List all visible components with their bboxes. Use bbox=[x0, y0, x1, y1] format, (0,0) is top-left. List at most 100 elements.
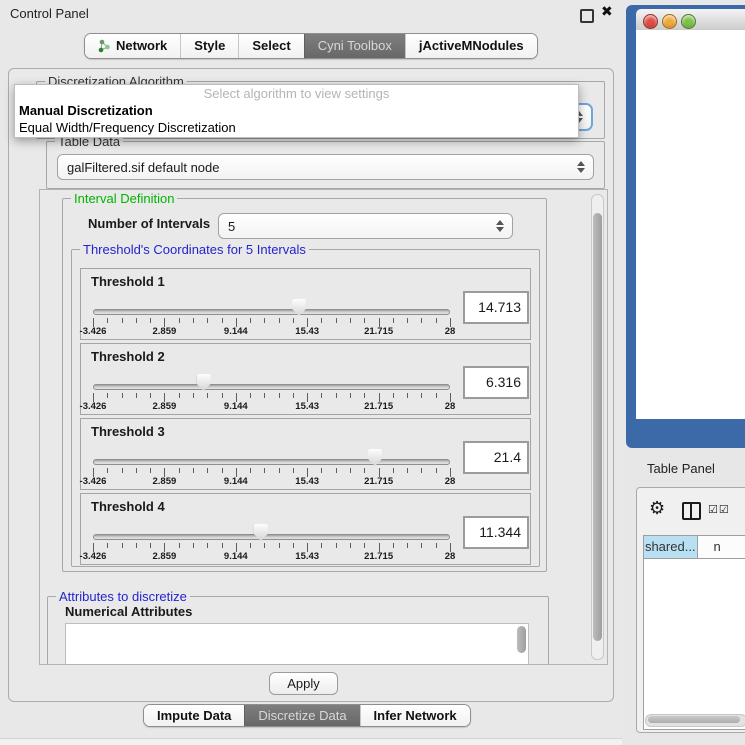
float-window-icon[interactable] bbox=[580, 9, 594, 23]
table-horizontal-scrollbar[interactable] bbox=[645, 714, 745, 727]
tab-impute-data[interactable]: Impute Data bbox=[144, 705, 244, 726]
tick-mark bbox=[222, 318, 223, 323]
table-data-combo-value: galFiltered.sif default node bbox=[67, 160, 219, 175]
threshold-panel: Threshold 1-3.4262.8599.14415.4321.71528… bbox=[80, 268, 531, 340]
tab-cyni-toolbox[interactable]: Cyni Toolbox bbox=[304, 34, 405, 58]
tab-discretize-data[interactable]: Discretize Data bbox=[244, 705, 359, 726]
slider-track[interactable] bbox=[93, 459, 450, 465]
slider-track[interactable] bbox=[93, 384, 450, 390]
threshold-value-input[interactable]: 14.713 bbox=[463, 291, 529, 324]
tick-mark bbox=[193, 543, 194, 548]
interval-definition-group: Interval Definition Number of Intervals … bbox=[62, 198, 547, 572]
tab-jactivemnodules[interactable]: jActiveMNodules bbox=[405, 34, 537, 58]
tick-mark bbox=[293, 468, 294, 473]
tick-label: -3.426 bbox=[80, 551, 107, 562]
threshold-value-input[interactable]: 21.4 bbox=[463, 441, 529, 474]
network-canvas[interactable] bbox=[636, 30, 745, 419]
tick-mark bbox=[336, 468, 337, 473]
settings-panel-scrollbar[interactable] bbox=[591, 194, 604, 660]
threshold-value-input[interactable]: 11.344 bbox=[463, 516, 529, 549]
slider-tick-labels: -3.4262.8599.14415.4321.71528 bbox=[93, 551, 450, 562]
tick-mark bbox=[436, 468, 437, 473]
interval-definition-group-title: Interval Definition bbox=[71, 191, 177, 206]
tick-mark bbox=[193, 468, 194, 473]
slider: -3.4262.8599.14415.4321.71528 bbox=[93, 494, 450, 564]
tick-mark bbox=[193, 393, 194, 398]
close-icon[interactable]: ✖ bbox=[601, 3, 613, 20]
tab-infer-network[interactable]: Infer Network bbox=[360, 705, 470, 726]
split-view-icon[interactable] bbox=[682, 502, 701, 520]
slider: -3.4262.8599.14415.4321.71528 bbox=[93, 344, 450, 414]
cyni-mode-tab-bar: Impute Data Discretize DataInfer Network bbox=[143, 704, 471, 727]
tick-mark bbox=[407, 318, 408, 323]
tick-label: 9.144 bbox=[224, 476, 248, 487]
slider-track[interactable] bbox=[93, 534, 450, 540]
tick-mark bbox=[179, 468, 180, 473]
algorithm-option-equal-width[interactable]: Equal Width/Frequency Discretization bbox=[15, 119, 578, 136]
window-close-button[interactable] bbox=[643, 14, 658, 29]
algorithm-dropdown-popup: Select algorithm to view settings Manual… bbox=[14, 84, 579, 138]
thresholds-group: Threshold's Coordinates for 5 Intervals … bbox=[71, 249, 540, 567]
attributes-list-scrollbar[interactable] bbox=[516, 625, 527, 665]
tick-mark bbox=[250, 318, 251, 323]
tick-label: 15.43 bbox=[295, 401, 319, 412]
tick-mark bbox=[393, 318, 394, 323]
tick-label: 15.43 bbox=[295, 551, 319, 562]
tick-mark bbox=[336, 393, 337, 398]
tick-label: 2.859 bbox=[153, 476, 177, 487]
column-checkbox-icons[interactable]: ☑☑ bbox=[708, 503, 730, 516]
tick-mark bbox=[207, 318, 208, 323]
chevron-up-down-icon bbox=[496, 220, 504, 232]
tick-mark bbox=[150, 318, 151, 323]
tick-mark bbox=[336, 318, 337, 323]
window-zoom-button[interactable] bbox=[681, 14, 696, 29]
tick-mark bbox=[350, 543, 351, 548]
threshold-value-input[interactable]: 6.316 bbox=[463, 366, 529, 399]
algorithm-placeholder-option[interactable]: Select algorithm to view settings bbox=[15, 85, 578, 102]
tick-mark bbox=[364, 543, 365, 548]
tick-label: 21.715 bbox=[364, 326, 393, 337]
number-of-intervals-combo[interactable]: 5 bbox=[218, 213, 513, 239]
tick-label: 28 bbox=[445, 326, 456, 337]
tick-label: -3.426 bbox=[80, 401, 107, 412]
apply-button[interactable]: Apply bbox=[269, 672, 338, 695]
column-header-shared-name[interactable]: shared... bbox=[644, 536, 698, 558]
tick-label: 15.43 bbox=[295, 476, 319, 487]
chevron-up-down-icon bbox=[577, 161, 585, 173]
slider: -3.4262.8599.14415.4321.71528 bbox=[93, 269, 450, 339]
tick-mark bbox=[107, 468, 108, 473]
column-header-name[interactable]: n bbox=[698, 536, 745, 558]
tick-label: 28 bbox=[445, 551, 456, 562]
tab-label: Select bbox=[252, 34, 290, 58]
control-panel-title: Control Panel bbox=[10, 6, 89, 21]
tab-label: Impute Data bbox=[157, 705, 231, 726]
table-panel-title: Table Panel bbox=[647, 461, 715, 476]
tick-mark bbox=[436, 543, 437, 548]
tab-style[interactable]: Style bbox=[180, 34, 238, 58]
table-header-row: shared... n bbox=[644, 536, 745, 559]
tick-mark bbox=[122, 318, 123, 323]
table-data-combo[interactable]: galFiltered.sif default node bbox=[57, 154, 594, 180]
threshold-panel: Threshold 2-3.4262.8599.14415.4321.71528… bbox=[80, 343, 531, 415]
network-window-titlebar[interactable] bbox=[636, 9, 745, 31]
gear-icon[interactable]: ⚙ bbox=[649, 498, 665, 519]
table-panel-body: ⚙ ☑☑ shared... n bbox=[636, 487, 745, 733]
tick-mark bbox=[407, 393, 408, 398]
tick-mark bbox=[436, 318, 437, 323]
tick-label: 21.715 bbox=[364, 476, 393, 487]
algorithm-option-manual[interactable]: Manual Discretization bbox=[15, 102, 578, 119]
tick-mark bbox=[321, 543, 322, 548]
tick-mark bbox=[421, 393, 422, 398]
number-of-intervals-label: Number of Intervals bbox=[88, 216, 210, 231]
window-minimize-button[interactable] bbox=[662, 14, 677, 29]
tick-mark bbox=[222, 393, 223, 398]
tick-label: 21.715 bbox=[364, 551, 393, 562]
tick-mark bbox=[250, 393, 251, 398]
slider-track[interactable] bbox=[93, 309, 450, 315]
tab-select[interactable]: Select bbox=[238, 34, 303, 58]
tick-mark bbox=[222, 543, 223, 548]
tick-mark bbox=[179, 393, 180, 398]
tick-mark bbox=[207, 543, 208, 548]
tab-network[interactable]: Network bbox=[85, 34, 180, 58]
tick-mark bbox=[107, 393, 108, 398]
